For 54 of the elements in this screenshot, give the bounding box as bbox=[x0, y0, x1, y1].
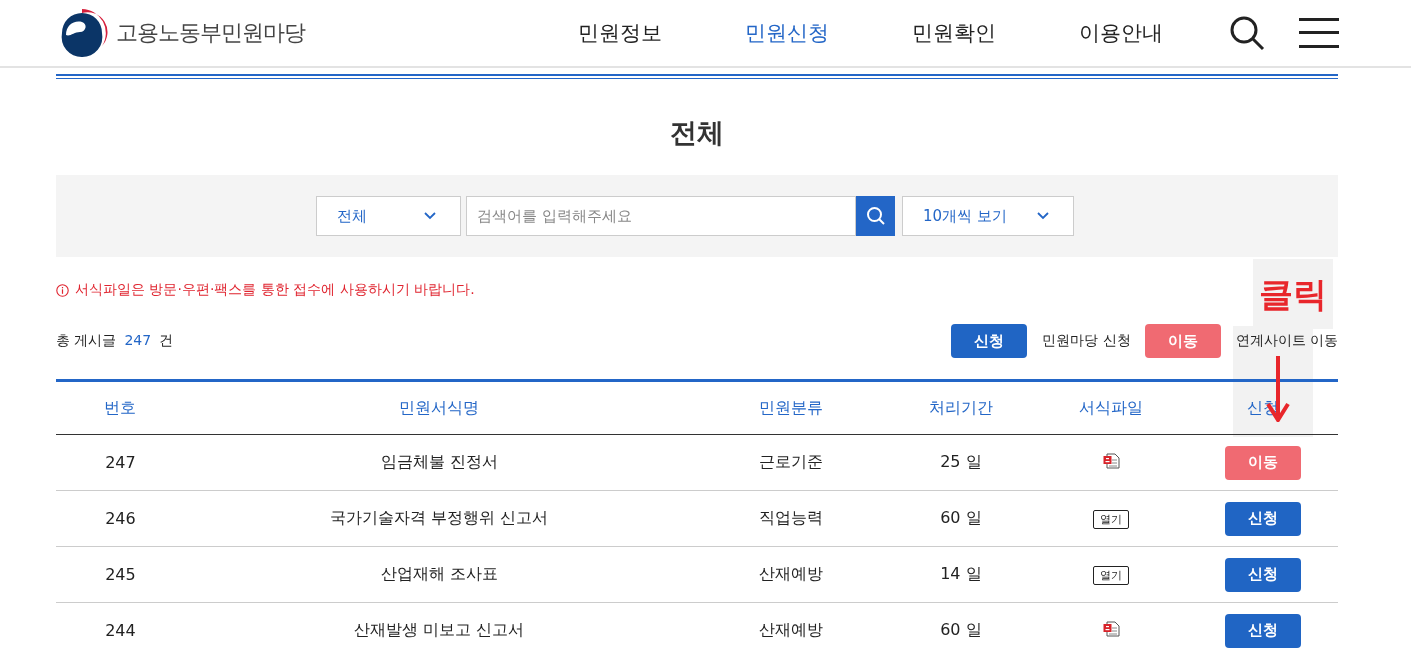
nav-link[interactable]: 이용안내 bbox=[1037, 19, 1204, 47]
count-label: 총 게시글 bbox=[56, 332, 117, 350]
document-icon[interactable] bbox=[1102, 620, 1120, 637]
column-header: 번호 bbox=[56, 380, 185, 435]
apply-badge: 신청 bbox=[951, 324, 1028, 358]
table-cell: 산업재해 조사표 bbox=[184, 546, 694, 603]
legend-text: 연계사이트 이동 bbox=[1235, 332, 1338, 350]
site-logo-text[interactable]: 고용노동부민원마당 bbox=[116, 18, 305, 48]
search-button[interactable] bbox=[856, 196, 895, 236]
open-button[interactable]: 열기 bbox=[1093, 510, 1130, 529]
table-cell: 60 일 bbox=[887, 490, 1035, 547]
move-button[interactable]: 이동 bbox=[1225, 445, 1302, 480]
move-badge: 이동 bbox=[1144, 324, 1221, 358]
table-cell: 임금체불 진정서 bbox=[184, 434, 694, 491]
chevron-icon bbox=[1037, 212, 1049, 220]
document-icon[interactable] bbox=[1102, 452, 1120, 469]
table-cell: 산재예방 bbox=[693, 602, 888, 658]
legend-text: 민원마당 신청 bbox=[1042, 332, 1131, 350]
table-cell: 246 bbox=[56, 490, 185, 547]
table-cell: 25 일 bbox=[887, 434, 1035, 491]
apply-button[interactable]: 신청 bbox=[1225, 613, 1302, 648]
table-cell: 247 bbox=[56, 434, 185, 491]
table-cell: 산재발생 미보고 신고서 bbox=[184, 602, 694, 658]
nav-link[interactable]: 민원정보 bbox=[536, 19, 703, 47]
search-field[interactable]: 검색어를 입력해주세요 bbox=[466, 196, 856, 236]
nav-link[interactable]: 민원신청 bbox=[703, 19, 870, 47]
category-select[interactable]: 전체 bbox=[316, 196, 461, 236]
table-cell: 244 bbox=[56, 602, 185, 658]
table-cell: 14 일 bbox=[887, 546, 1035, 603]
count-value: 247 bbox=[124, 332, 152, 350]
table-cell: 산재예방 bbox=[693, 546, 888, 603]
chevron-icon bbox=[424, 212, 436, 220]
apply-button[interactable]: 신청 bbox=[1225, 501, 1302, 536]
page-size-select[interactable]: 10개씩 보기 bbox=[902, 196, 1074, 236]
search-icon bbox=[865, 206, 886, 226]
table-cell: 국가기술자격 부정행위 신고서 bbox=[184, 490, 694, 547]
column-header: 처리기간 bbox=[887, 380, 1035, 435]
table-cell: 직업능력 bbox=[693, 490, 888, 547]
column-header: 서식파일 bbox=[1034, 380, 1189, 435]
nav-link[interactable]: 민원확인 bbox=[870, 19, 1037, 47]
table-cell: 60 일 bbox=[887, 602, 1035, 658]
page-title: 전체 bbox=[669, 116, 725, 150]
count-unit: 건 bbox=[159, 332, 174, 350]
column-header: 민원서식명 bbox=[184, 380, 694, 435]
table-cell: 근로기준 bbox=[693, 434, 888, 491]
menu-icon[interactable] bbox=[1299, 17, 1339, 49]
open-button[interactable]: 열기 bbox=[1093, 566, 1130, 585]
table-cell: 245 bbox=[56, 546, 185, 603]
annotation-label: 클릭 bbox=[1253, 259, 1333, 329]
info-icon bbox=[56, 283, 69, 297]
column-header: 민원분류 bbox=[693, 380, 888, 435]
notice-text: 서식파일은 방문·우편·팩스를 통한 접수에 사용하시기 바랍니다. bbox=[75, 281, 475, 299]
apply-button[interactable]: 신청 bbox=[1225, 557, 1302, 592]
search-icon[interactable] bbox=[1229, 15, 1265, 51]
